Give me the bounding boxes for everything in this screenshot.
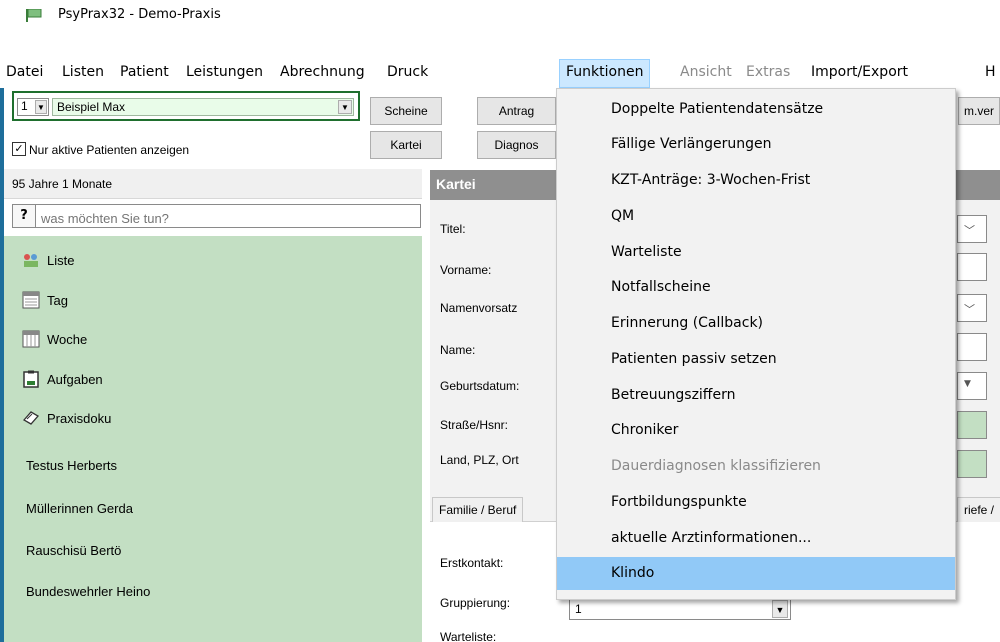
chevron-down-icon: ▼ bbox=[964, 379, 971, 389]
menu-extras: Extras bbox=[746, 64, 791, 80]
menu-item-dauerdiagnosen-klassifizieren: Dauerdiagnosen klassifizieren bbox=[611, 458, 821, 474]
patient-list-item[interactable]: Bundeswehrler Heino bbox=[26, 584, 150, 599]
tab-familie-beruf[interactable]: Familie / Beruf bbox=[432, 497, 524, 523]
field-label-warteliste: Warteliste: bbox=[440, 630, 497, 642]
field-label-land-plz-ort: Land, PLZ, Ort bbox=[440, 453, 519, 467]
chevron-down-icon: ﹀ bbox=[964, 303, 975, 316]
vorname-input[interactable] bbox=[957, 253, 987, 281]
chevron-down-icon[interactable]: ▼ bbox=[35, 100, 47, 114]
m-ver-button[interactable]: m.ver bbox=[958, 97, 1000, 125]
menu-item-faellige-verlaengerungen[interactable]: Fällige Verlängerungen bbox=[557, 128, 955, 161]
menu-item-erinnerung-callback[interactable]: Erinnerung (Callback) bbox=[557, 307, 955, 340]
title-bar: PsyPrax32 - Demo-Praxis bbox=[0, 0, 1000, 30]
field-label-name: Name: bbox=[440, 343, 476, 357]
patient-name-select[interactable]: Beispiel Max ▼ bbox=[52, 98, 354, 116]
menu-item-doppelte-patientendatensaetze[interactable]: Doppelte Patientendatensätze bbox=[557, 93, 955, 126]
checkbox-checked-icon[interactable]: ✓ bbox=[12, 142, 26, 156]
list-icon bbox=[24, 254, 38, 267]
name-input[interactable] bbox=[957, 333, 987, 361]
menu-abrechnung[interactable]: Abrechnung bbox=[280, 64, 365, 80]
field-label-strasse: Straße/Hsnr: bbox=[440, 418, 509, 432]
menu-patient[interactable]: Patient bbox=[120, 64, 169, 80]
menu-ansicht: Ansicht bbox=[680, 64, 732, 80]
scheine-button[interactable]: Scheine bbox=[370, 97, 442, 125]
menu-item-patienten-passiv-setzen[interactable]: Patienten passiv setzen bbox=[557, 343, 955, 376]
clipboard-icon bbox=[23, 370, 39, 388]
menu-bar: Datei Listen Patient Leistungen Abrechnu… bbox=[0, 59, 1000, 88]
menu-leistungen[interactable]: Leistungen bbox=[186, 64, 263, 80]
field-label-namenvorsatz: Namenvorsatz bbox=[440, 301, 518, 315]
antrag-button[interactable]: Antrag bbox=[477, 97, 556, 125]
ort-input[interactable] bbox=[957, 450, 987, 478]
chevron-down-icon: ﹀ bbox=[964, 224, 975, 237]
calendar-week-icon bbox=[22, 330, 40, 348]
menu-item-betreuungsziffern[interactable]: Betreuungsziffern bbox=[557, 379, 955, 412]
patient-number-select[interactable]: 1 ▼ bbox=[17, 98, 49, 116]
geburtsdatum-input[interactable]: ▼ bbox=[957, 372, 987, 400]
app-flag-icon bbox=[26, 9, 42, 22]
window-title: PsyPrax32 - Demo-Praxis bbox=[58, 7, 221, 22]
help-button[interactable]: ? bbox=[12, 204, 36, 228]
tab-briefe[interactable]: riefe / bbox=[957, 497, 1000, 523]
namenvorsatz-select[interactable]: ﹀ bbox=[957, 294, 987, 322]
patient-selector: 1 ▼ Beispiel Max ▼ bbox=[12, 91, 360, 121]
chevron-down-icon[interactable]: ▼ bbox=[772, 600, 788, 618]
menu-item-chroniker[interactable]: Chroniker bbox=[557, 414, 955, 447]
menu-datei[interactable]: Datei bbox=[6, 64, 43, 80]
menu-item-warteliste[interactable]: Warteliste bbox=[557, 236, 955, 269]
action-search: ? bbox=[12, 204, 421, 230]
field-label-erstkontakt: Erstkontakt: bbox=[440, 556, 504, 570]
chevron-down-icon[interactable]: ▼ bbox=[338, 100, 352, 114]
patient-list-item[interactable]: Rauschisü Bertö bbox=[26, 543, 121, 558]
menu-item-qm[interactable]: QM bbox=[557, 200, 955, 233]
strasse-input[interactable] bbox=[957, 411, 987, 439]
menu-item-kzt-antraege[interactable]: KZT-Anträge: 3-Wochen-Frist bbox=[557, 164, 955, 197]
menu-item-aktuelle-arztinformationen[interactable]: aktuelle Arztinformationen... bbox=[557, 522, 955, 555]
funktionen-dropdown-menu: Doppelte Patientendatensätze Fällige Ver… bbox=[556, 88, 956, 600]
diagnose-button[interactable]: Diagnos bbox=[477, 131, 556, 159]
menu-item-fortbildungspunkte[interactable]: Fortbildungspunkte bbox=[557, 486, 955, 519]
field-label-titel: Titel: bbox=[440, 222, 466, 236]
calendar-day-icon bbox=[22, 291, 40, 309]
menu-funktionen[interactable]: Funktionen bbox=[559, 59, 651, 88]
field-label-vorname: Vorname: bbox=[440, 263, 492, 277]
menu-import-export[interactable]: Import/Export bbox=[811, 64, 908, 80]
titel-select[interactable]: ﹀ bbox=[957, 215, 987, 243]
patient-age: 95 Jahre 1 Monate bbox=[4, 169, 422, 199]
gruppierung-select[interactable]: 1 ▼ bbox=[569, 598, 791, 620]
patient-list-item[interactable]: Testus Herberts bbox=[26, 458, 117, 473]
action-search-input[interactable] bbox=[35, 204, 421, 228]
menu-listen[interactable]: Listen bbox=[62, 64, 104, 80]
document-icon bbox=[22, 411, 40, 425]
menu-item-klindo[interactable]: Klindo bbox=[557, 557, 955, 590]
menu-druck[interactable]: Druck bbox=[387, 64, 428, 80]
field-label-geburtsdatum: Geburtsdatum: bbox=[440, 379, 520, 393]
menu-item-notfallscheine[interactable]: Notfallscheine bbox=[557, 271, 955, 304]
patient-list-item[interactable]: Müllerinnen Gerda bbox=[26, 501, 133, 516]
kartei-button[interactable]: Kartei bbox=[370, 131, 442, 159]
menu-hilfe[interactable]: H bbox=[985, 64, 996, 80]
field-label-gruppierung: Gruppierung: bbox=[440, 596, 511, 610]
